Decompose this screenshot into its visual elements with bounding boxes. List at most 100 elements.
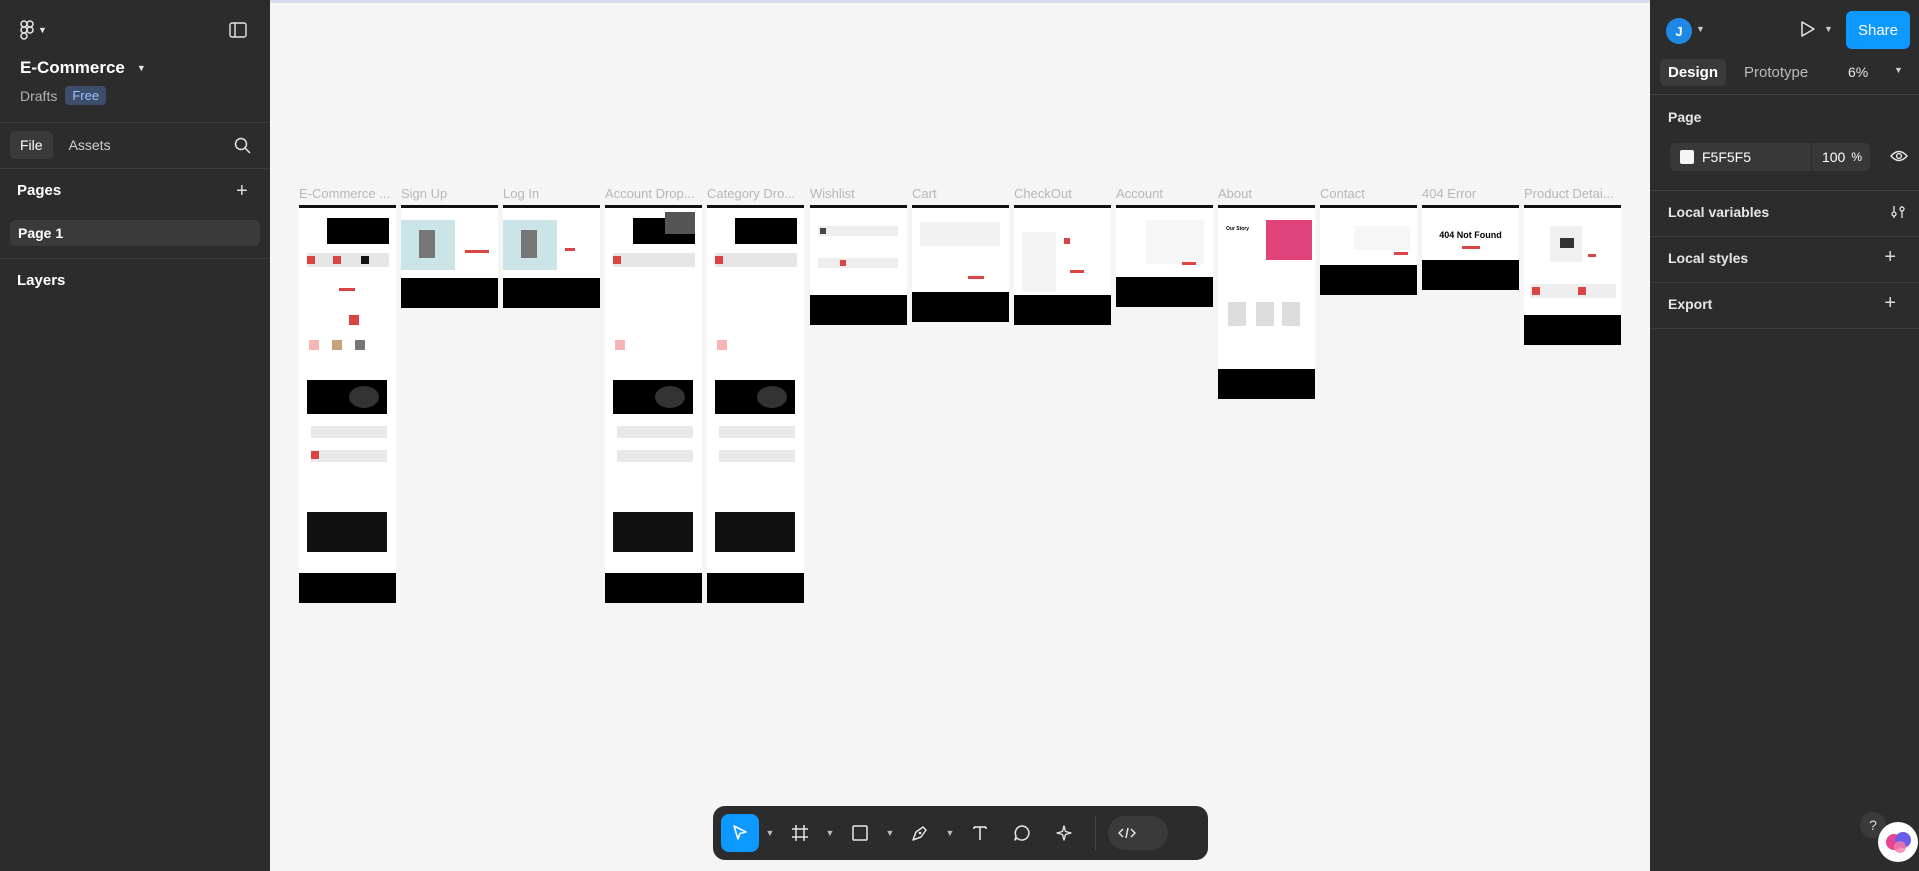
- page-item-page-1[interactable]: Page 1: [10, 220, 260, 246]
- main-menu-button[interactable]: ▼: [20, 20, 47, 40]
- frame-tool-button[interactable]: [781, 814, 819, 852]
- view-all-button: [339, 288, 355, 291]
- new-arrival-grid: [307, 512, 387, 552]
- frame-log-in[interactable]: [503, 205, 600, 308]
- frame-label[interactable]: Category Dro...: [707, 186, 803, 201]
- search-button[interactable]: [234, 137, 251, 154]
- pages-header: Pages: [17, 182, 61, 199]
- tab-file[interactable]: File: [10, 131, 53, 159]
- frame-label[interactable]: Wishlist: [810, 186, 906, 201]
- visibility-toggle[interactable]: [1890, 149, 1908, 168]
- frame-label[interactable]: Sign Up: [401, 186, 497, 201]
- frame-cart[interactable]: [912, 205, 1009, 322]
- local-styles-row[interactable]: Local styles +: [1668, 246, 1908, 268]
- frame-label[interactable]: 404 Error: [1422, 186, 1518, 201]
- product-thumb: [715, 256, 723, 264]
- layers-title: Layers: [17, 272, 66, 289]
- comment-icon: [1014, 825, 1030, 841]
- wishlist-row: [818, 226, 898, 236]
- about-image: [1266, 220, 1312, 260]
- tab-assets[interactable]: Assets: [59, 131, 121, 159]
- frame-sign-up[interactable]: [401, 205, 498, 308]
- actions-tool-button[interactable]: [1045, 814, 1083, 852]
- zoom-level[interactable]: 6%: [1848, 64, 1868, 80]
- file-name-button[interactable]: E-Commerce ▼: [20, 58, 146, 78]
- hero-banner: [735, 218, 797, 244]
- chevron-down-icon[interactable]: ▼: [1894, 65, 1903, 75]
- chevron-down-icon[interactable]: ▼: [1824, 24, 1833, 34]
- plus-icon[interactable]: +: [1884, 246, 1896, 269]
- local-variables-row[interactable]: Local variables: [1668, 204, 1908, 220]
- frame-label[interactable]: Product Detai...: [1524, 186, 1620, 201]
- contact-form: [1354, 226, 1410, 250]
- gamepad-image: [1560, 238, 1574, 248]
- frame-about[interactable]: Our Story: [1218, 205, 1315, 399]
- chevron-down-icon[interactable]: ▼: [883, 814, 897, 852]
- move-tool-button[interactable]: [721, 814, 759, 852]
- present-button[interactable]: [1800, 20, 1816, 43]
- frame-label[interactable]: About: [1218, 186, 1314, 201]
- phone-image: [521, 230, 537, 258]
- product-row: [719, 450, 795, 462]
- frame-account[interactable]: [1116, 205, 1213, 307]
- canvas[interactable]: E-Commerce ... Sign Up Log In Account Dr…: [270, 3, 1650, 871]
- team-member: [1282, 302, 1300, 326]
- right-sidebar: J ▼ ▼ Share Design Prototype 6% ▼ Page F…: [1650, 0, 1919, 871]
- file-title: E-Commerce: [20, 58, 125, 77]
- background-color-field[interactable]: F5F5F5 100 %: [1670, 143, 1870, 171]
- about-heading: Our Story: [1226, 226, 1250, 232]
- variables-icon[interactable]: [1890, 204, 1906, 223]
- chevron-down-icon[interactable]: ▼: [823, 814, 837, 852]
- add-page-button[interactable]: +: [236, 180, 248, 203]
- hero-banner: [327, 218, 389, 244]
- frame-home[interactable]: [299, 205, 396, 603]
- toolbar-divider: [1095, 816, 1096, 850]
- divider: [0, 122, 270, 123]
- frame-label[interactable]: Contact: [1320, 186, 1416, 201]
- toggle-sidebar-button[interactable]: [229, 22, 247, 38]
- page-heading: Page: [1668, 109, 1702, 125]
- frame-label[interactable]: Account Drop...: [605, 186, 701, 201]
- frame-footer: [912, 292, 1009, 322]
- chevron-down-icon[interactable]: ▼: [1696, 24, 1705, 34]
- text-tool-button[interactable]: [961, 814, 999, 852]
- frame-label[interactable]: Account: [1116, 186, 1212, 201]
- frame-checkout[interactable]: [1014, 205, 1111, 325]
- frame-label[interactable]: Cart: [912, 186, 1008, 201]
- frame-product-details[interactable]: [1524, 205, 1621, 345]
- brain-extension-icon[interactable]: [1878, 822, 1918, 862]
- product-row: [617, 450, 693, 462]
- frame-label[interactable]: Log In: [503, 186, 599, 201]
- product-thumb: [613, 256, 621, 264]
- buy-now-button: [1588, 254, 1596, 257]
- frame-label[interactable]: E-Commerce ...: [299, 186, 395, 201]
- frame-category-dropdown[interactable]: [707, 205, 804, 603]
- frame-account-dropdown[interactable]: [605, 205, 702, 603]
- dev-mode-toggle[interactable]: [1108, 816, 1168, 850]
- product-thumb: [1578, 287, 1586, 295]
- text-icon: [973, 826, 987, 840]
- chevron-down-icon[interactable]: ▼: [763, 814, 777, 852]
- tab-prototype[interactable]: Prototype: [1736, 59, 1816, 86]
- export-row[interactable]: Export +: [1668, 292, 1908, 314]
- background-color-value[interactable]: F5F5F5: [1702, 149, 1751, 165]
- pen-tool-button[interactable]: [901, 814, 939, 852]
- drafts-link[interactable]: Drafts: [20, 88, 57, 104]
- frame-wishlist[interactable]: [810, 205, 907, 325]
- product-row: [719, 426, 795, 438]
- chevron-down-icon: ▼: [38, 25, 47, 35]
- comment-tool-button[interactable]: [1003, 814, 1041, 852]
- speaker-image: [349, 386, 379, 408]
- tab-design[interactable]: Design: [1660, 59, 1727, 86]
- chevron-down-icon[interactable]: ▼: [943, 814, 957, 852]
- share-button[interactable]: Share: [1846, 11, 1910, 49]
- frame-label[interactable]: CheckOut: [1014, 186, 1110, 201]
- field-divider: [1810, 143, 1812, 171]
- background-opacity-value[interactable]: 100: [1822, 149, 1845, 165]
- color-swatch[interactable]: [1680, 150, 1694, 164]
- avatar[interactable]: J: [1666, 18, 1692, 44]
- shape-tool-button[interactable]: [841, 814, 879, 852]
- frame-404-error[interactable]: 404 Not Found: [1422, 205, 1519, 290]
- frame-contact[interactable]: [1320, 205, 1417, 295]
- plus-icon[interactable]: +: [1884, 292, 1896, 315]
